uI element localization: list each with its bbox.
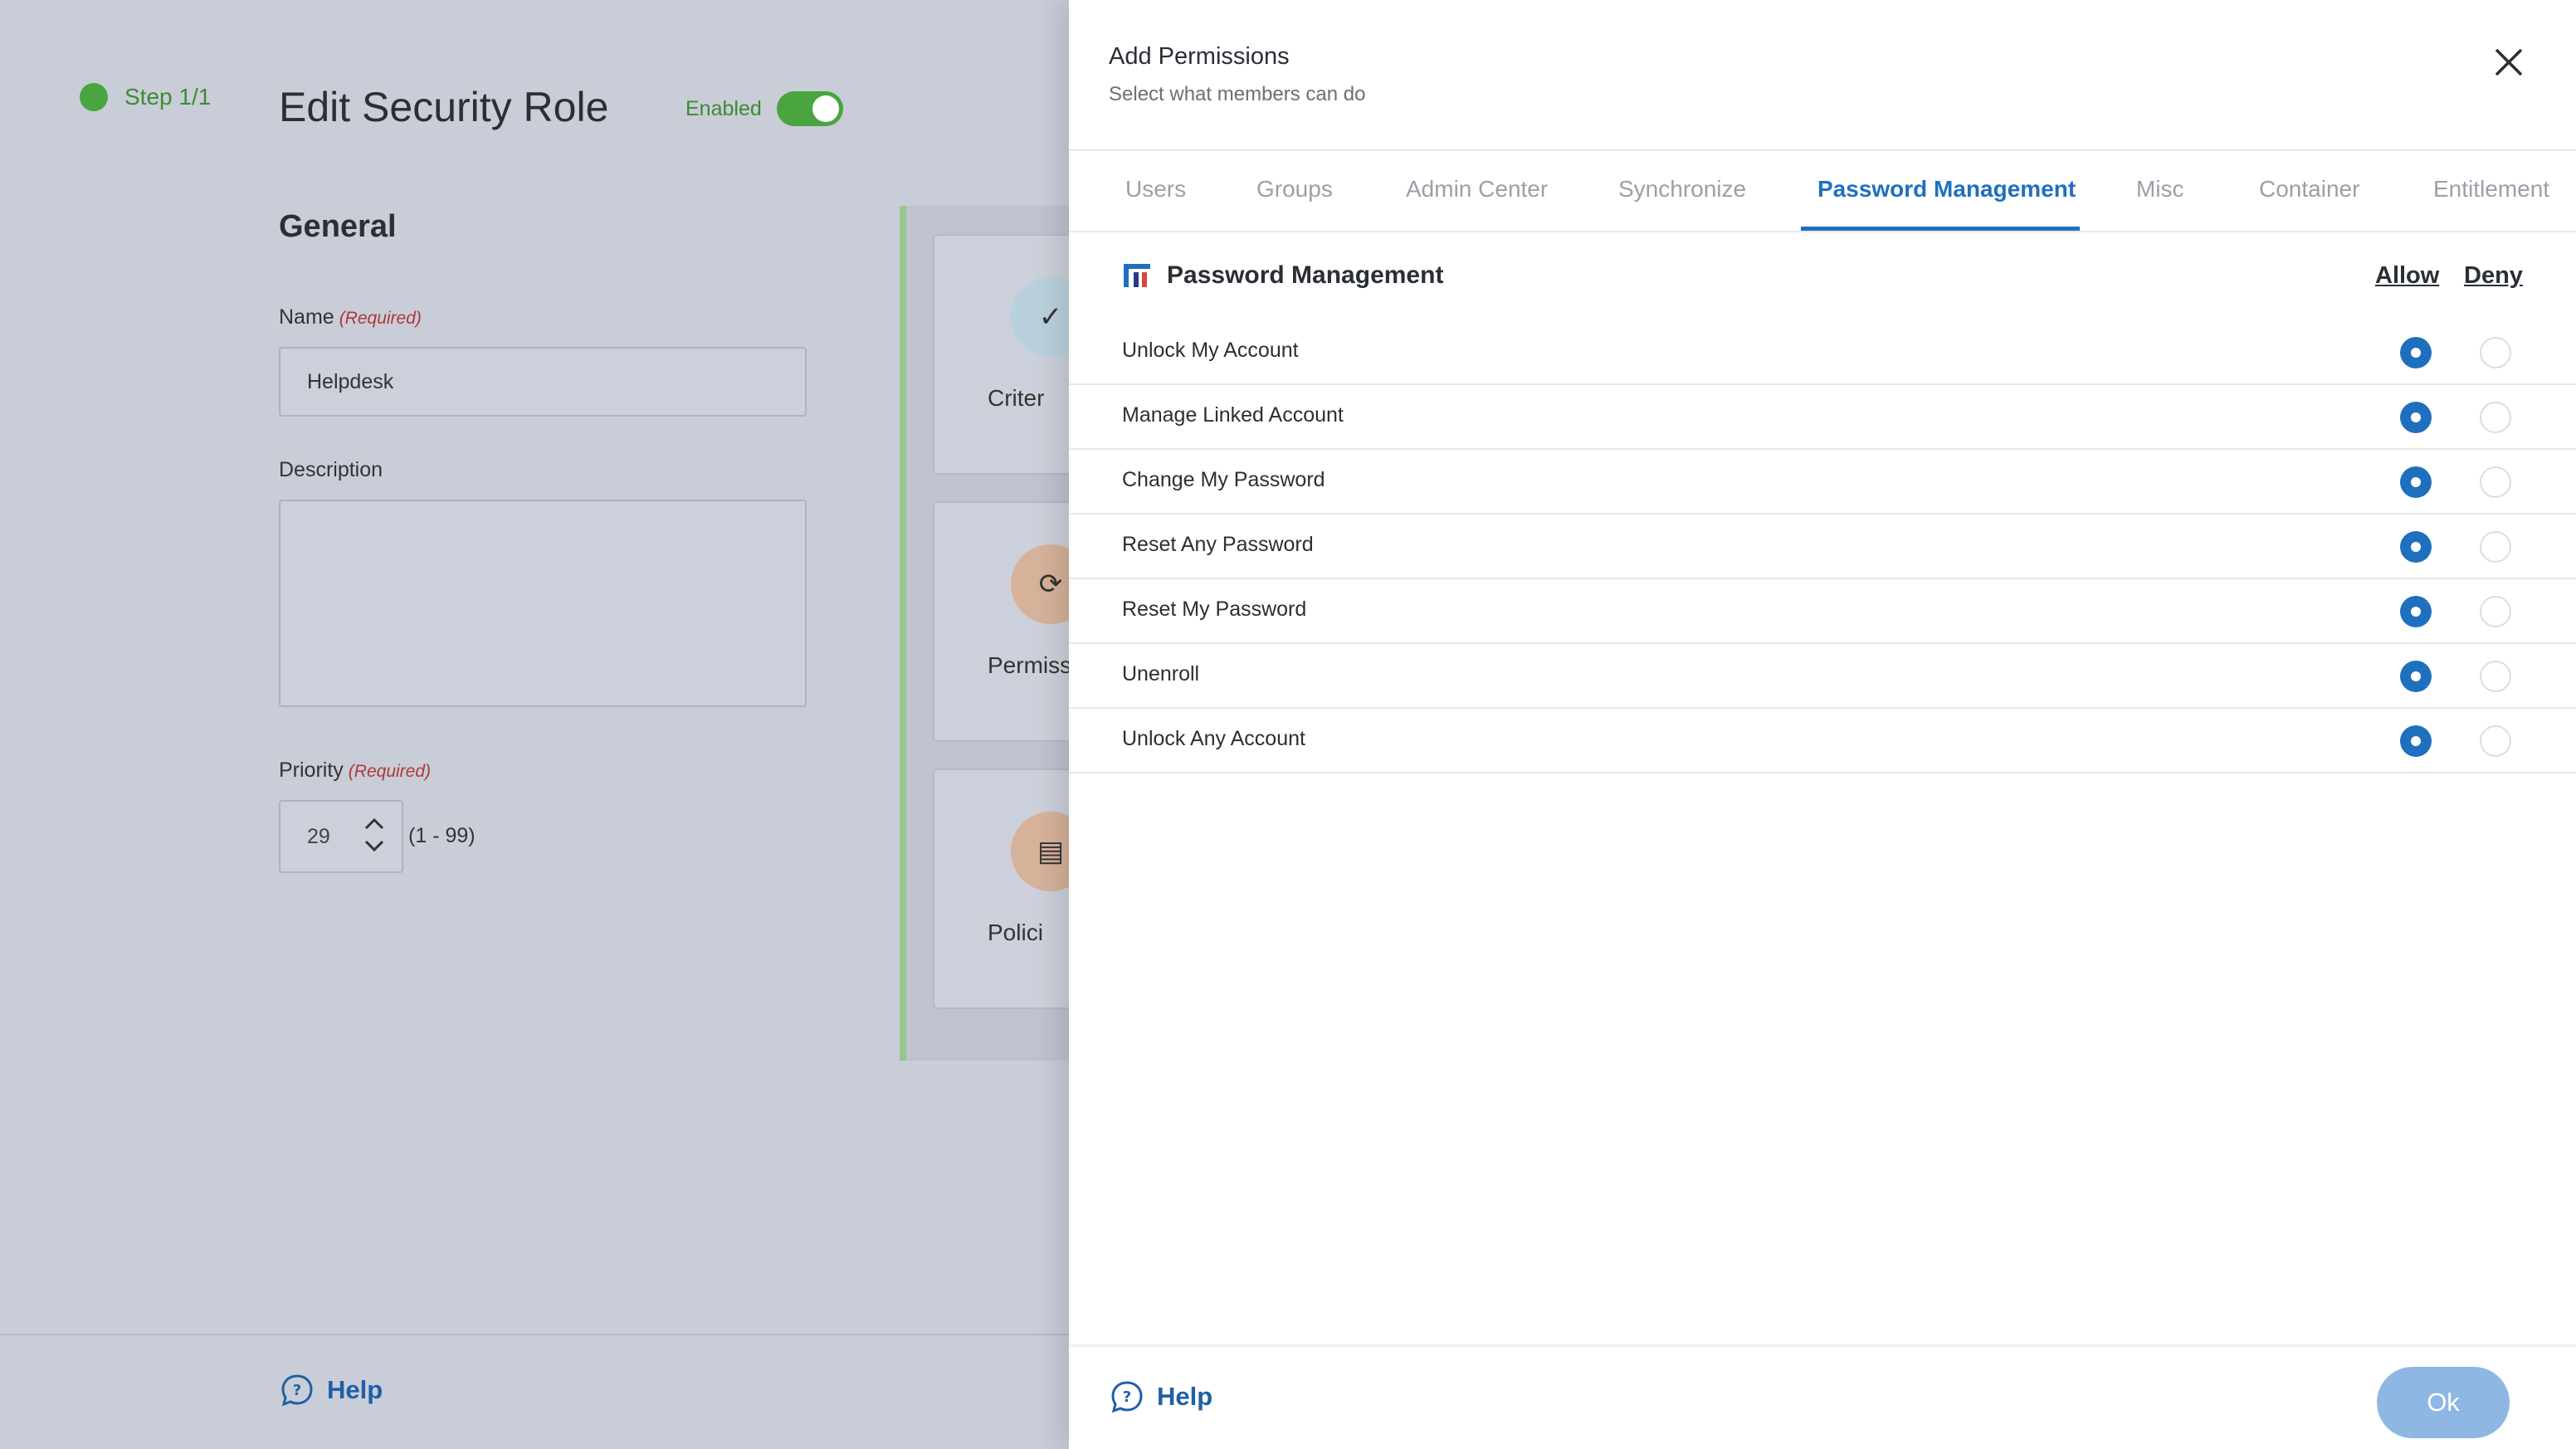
- tab-users[interactable]: Users: [1125, 176, 1186, 202]
- name-label: Name (Required): [279, 305, 422, 329]
- permission-label: Unlock Any Account: [1122, 727, 1305, 750]
- drawer-title: Add Permissions: [1109, 43, 1290, 70]
- allow-radio[interactable]: [2400, 466, 2432, 498]
- priority-value: 29: [307, 825, 330, 848]
- svg-text:?: ?: [293, 1382, 301, 1399]
- priority-required-tag: (Required): [348, 762, 432, 781]
- password-management-header: Password Management: [1122, 261, 1443, 290]
- allow-radio[interactable]: [2400, 337, 2432, 368]
- permission-label: Reset My Password: [1122, 598, 1307, 621]
- card-label: Criter: [988, 385, 1045, 411]
- help-label: Help: [1157, 1382, 1213, 1411]
- help-chat-icon: ?: [281, 1374, 313, 1407]
- permission-tabs: Users Groups Admin Center Synchronize Pa…: [1069, 151, 2576, 231]
- allow-radio[interactable]: [2400, 531, 2432, 563]
- step-label: Step 1/1: [124, 84, 212, 110]
- permission-row: Change My Password: [1069, 450, 2576, 515]
- password-management-icon: [1124, 264, 1150, 287]
- tab-misc[interactable]: Misc: [2136, 176, 2184, 202]
- name-label-text: Name: [279, 305, 334, 329]
- permission-row: Unlock Any Account: [1069, 709, 2576, 773]
- drawer-footer: ? Help Ok: [1069, 1344, 2576, 1449]
- deny-radio[interactable]: [2480, 661, 2511, 692]
- deny-column-header: Deny: [2464, 262, 2523, 289]
- background-footer: ? Help: [0, 1334, 1071, 1449]
- card-label: Polici: [988, 920, 1043, 945]
- allow-radio[interactable]: [2400, 402, 2432, 433]
- help-label: Help: [327, 1375, 383, 1404]
- close-icon[interactable]: [2490, 43, 2528, 81]
- tabs-divider: [1069, 231, 2576, 232]
- allow-radio[interactable]: [2400, 661, 2432, 692]
- add-permissions-drawer: Add Permissions Select what members can …: [1069, 0, 2576, 1449]
- svg-text:?: ?: [1123, 1388, 1131, 1406]
- permission-label: Unlock My Account: [1122, 339, 1299, 362]
- allow-column-header: Allow: [2375, 262, 2440, 289]
- deny-radio[interactable]: [2480, 725, 2511, 757]
- allow-radio[interactable]: [2400, 725, 2432, 757]
- permission-row: Unlock My Account: [1069, 320, 2576, 385]
- deny-radio[interactable]: [2480, 596, 2511, 627]
- tab-password-management[interactable]: Password Management: [1817, 176, 2076, 202]
- permission-label: Manage Linked Account: [1122, 403, 1344, 427]
- priority-label-text: Priority: [279, 759, 344, 782]
- permission-row: Manage Linked Account: [1069, 385, 2576, 450]
- background-help-link[interactable]: ? Help: [279, 1372, 383, 1408]
- deny-radio[interactable]: [2480, 402, 2511, 433]
- description-input[interactable]: [279, 500, 807, 707]
- cards-accent-line: [900, 206, 906, 1061]
- general-section-title: General: [279, 209, 397, 244]
- drawer-subtitle: Select what members can do: [1109, 83, 1366, 105]
- step-status-dot: [80, 83, 108, 111]
- description-label: Description: [279, 458, 383, 481]
- section-title: Password Management: [1167, 261, 1444, 289]
- permission-label: Change My Password: [1122, 468, 1325, 491]
- drawer-help-link[interactable]: ? Help: [1109, 1378, 1212, 1415]
- tab-container[interactable]: Container: [2259, 176, 2359, 202]
- priority-label: Priority (Required): [279, 759, 431, 783]
- name-required-tag: (Required): [339, 309, 422, 328]
- ok-button[interactable]: Ok: [2377, 1367, 2510, 1438]
- deny-radio[interactable]: [2480, 337, 2511, 368]
- page-title: Edit Security Role: [279, 84, 609, 130]
- deny-radio[interactable]: [2480, 531, 2511, 563]
- tab-entitlement[interactable]: Entitlement: [2433, 176, 2549, 202]
- permission-row: Unenroll: [1069, 644, 2576, 709]
- priority-range: (1 - 99): [408, 824, 476, 847]
- priority-stepper[interactable]: 29: [279, 800, 403, 873]
- card-label: Permiss: [988, 652, 1072, 678]
- tab-admin-center[interactable]: Admin Center: [1406, 176, 1548, 202]
- enabled-control: Enabled: [685, 91, 843, 126]
- tab-synchronize[interactable]: Synchronize: [1618, 176, 1746, 202]
- permission-label: Unenroll: [1122, 662, 1200, 685]
- step-indicator: Step 1/1: [80, 83, 211, 111]
- deny-radio[interactable]: [2480, 466, 2511, 498]
- tab-groups[interactable]: Groups: [1256, 176, 1333, 202]
- name-input[interactable]: Helpdesk: [279, 347, 807, 417]
- permission-row: Reset Any Password: [1069, 515, 2576, 579]
- permission-row: Reset My Password: [1069, 579, 2576, 644]
- chevron-down-icon[interactable]: [363, 838, 385, 853]
- chevron-up-icon[interactable]: [363, 817, 385, 832]
- enabled-label: Enabled: [685, 96, 762, 120]
- permission-label: Reset Any Password: [1122, 533, 1314, 556]
- allow-radio[interactable]: [2400, 596, 2432, 627]
- enabled-toggle[interactable]: [776, 91, 843, 126]
- help-chat-icon: ?: [1111, 1381, 1143, 1413]
